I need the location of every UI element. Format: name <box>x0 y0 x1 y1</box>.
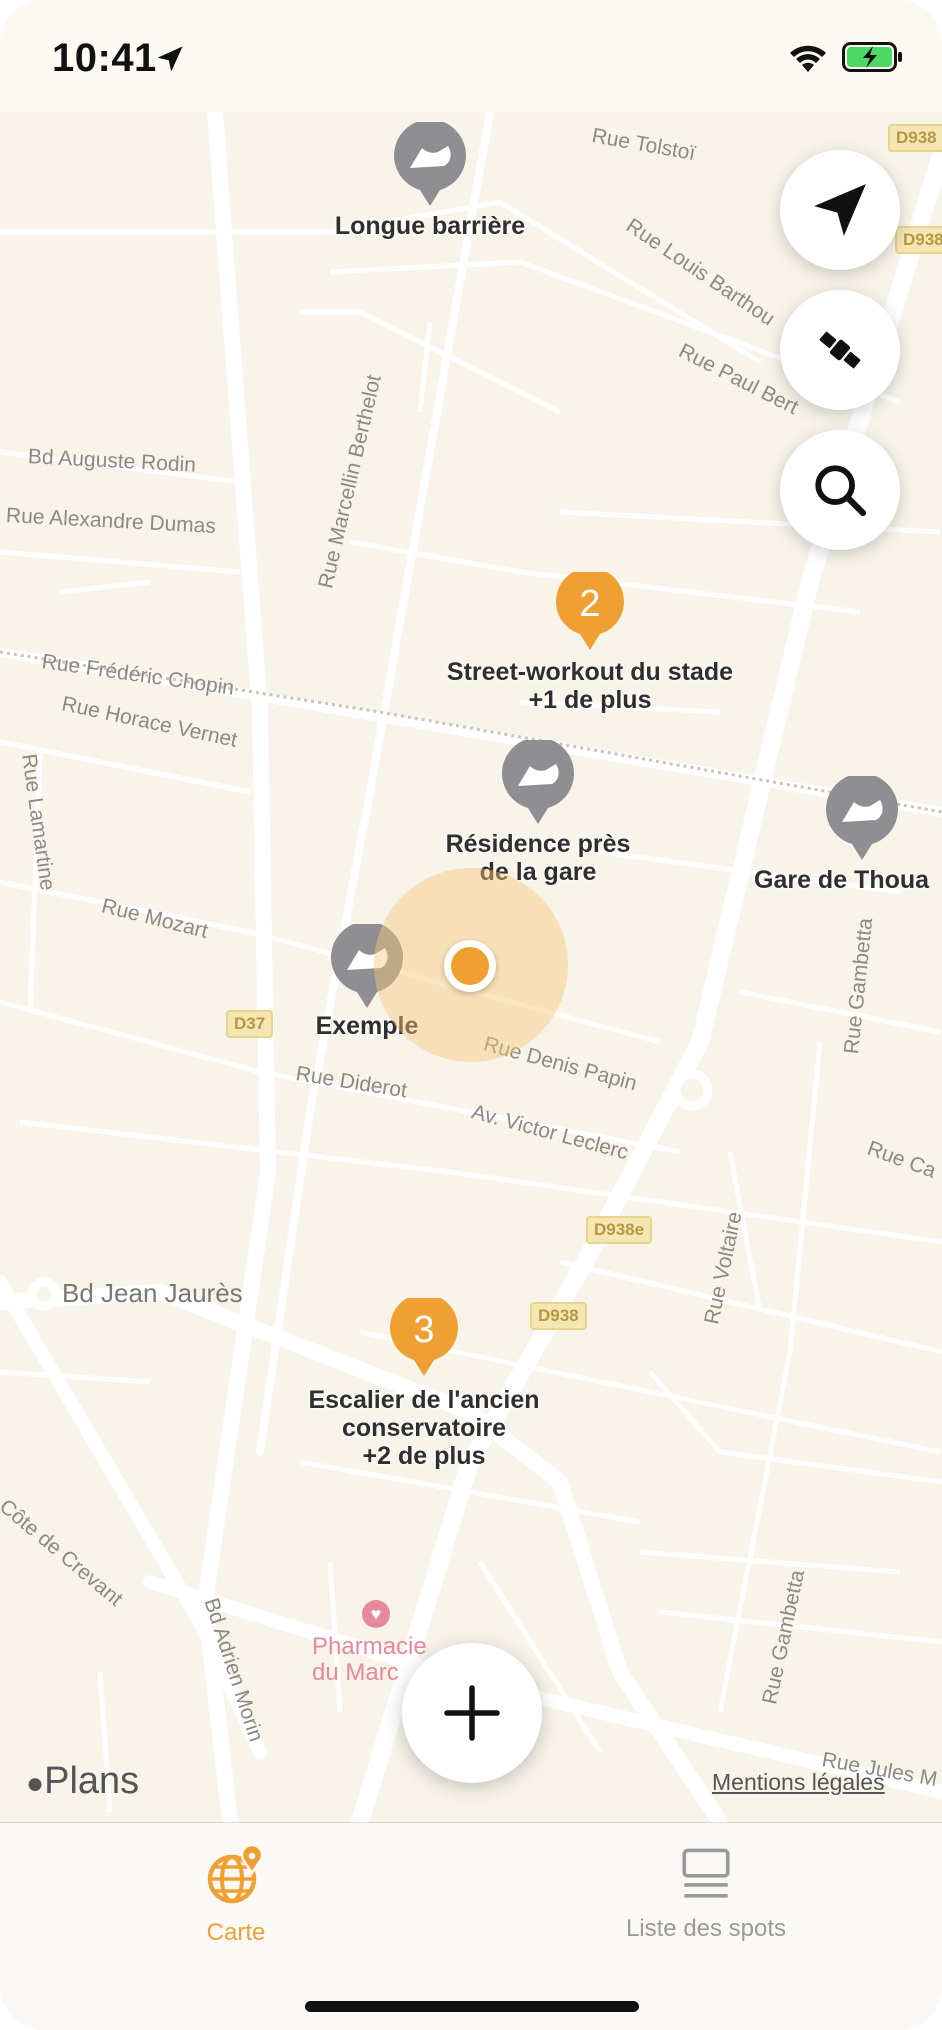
home-indicator[interactable] <box>305 2001 639 2012</box>
spot-label[interactable]: Longue barrière <box>335 212 525 240</box>
cluster-label-line: conservatoire <box>342 1414 506 1442</box>
road-shield: D938e <box>586 1216 653 1244</box>
tab-label: Liste des spots <box>625 1915 787 1942</box>
location-services-icon <box>157 46 183 72</box>
spot-pin-icon[interactable] <box>392 122 468 208</box>
search-button[interactable] <box>780 430 900 550</box>
spot-pin-icon[interactable] <box>500 740 576 826</box>
road-shield: D938 <box>530 1302 587 1330</box>
status-bar: 10:41 <box>0 0 942 112</box>
cluster-pin[interactable]: 3 <box>389 1298 459 1378</box>
add-spot-button[interactable] <box>402 1643 542 1783</box>
maps-brand-label: Plans <box>44 1760 140 1802</box>
locate-me-button[interactable] <box>780 150 900 270</box>
tab-map[interactable]: Carte <box>86 1823 386 1973</box>
battery-charging-icon <box>842 42 902 72</box>
poi-label-line: Pharmacie <box>312 1633 427 1660</box>
list-icon <box>682 1848 730 1898</box>
spot-label[interactable]: Gare de Thoua <box>754 866 929 894</box>
tab-spot-list[interactable]: Liste des spots <box>556 1823 856 1973</box>
tab-bar: Carte Liste des spots <box>0 1822 942 2030</box>
app-screen: 10:41 Rue Tolstoï Rue Louis Barthou Rue … <box>0 0 942 2030</box>
street-label: Bd Jean Jaurès <box>62 1278 243 1308</box>
spot-pin-icon[interactable] <box>824 776 900 862</box>
apple-logo-icon: ● <box>26 1767 45 1800</box>
road-shield: D37 <box>226 1010 274 1038</box>
cluster-label-line: +1 de plus <box>528 686 652 714</box>
cluster-label-line: +2 de plus <box>362 1442 486 1470</box>
search-icon <box>815 465 867 517</box>
legal-notices-link[interactable]: Mentions légales <box>712 1769 885 1796</box>
cluster-count: 2 <box>579 582 601 625</box>
wifi-icon <box>790 45 826 72</box>
globe-pin-icon <box>207 1843 264 1904</box>
cluster-pin[interactable]: 2 <box>555 572 625 652</box>
tab-label: Carte <box>206 1919 266 1946</box>
satellite-icon <box>819 331 861 369</box>
status-time: 10:41 <box>52 36 157 80</box>
road-shield: D938 <box>895 226 942 254</box>
maps-attribution: ●Plans <box>26 1760 139 1803</box>
spot-label-line: Résidence près <box>445 830 631 858</box>
plus-icon <box>444 1685 500 1741</box>
road-shield: D938 <box>888 124 942 152</box>
user-location-dot <box>444 940 496 992</box>
cluster-label[interactable]: Street-workout du stade +1 de plus <box>447 658 733 714</box>
poi-label: Pharmacie du Marc <box>312 1634 427 1686</box>
cluster-count: 3 <box>413 1308 435 1351</box>
cluster-label-line: Escalier de l'ancien <box>308 1386 540 1414</box>
satellite-toggle-button[interactable] <box>780 290 900 410</box>
cluster-label-line: Street-workout du stade <box>446 658 734 686</box>
pharmacy-icon: ♥ <box>362 1600 390 1628</box>
cluster-label[interactable]: Escalier de l'ancien conservatoire +2 de… <box>308 1386 539 1470</box>
location-arrow-icon <box>814 184 866 236</box>
